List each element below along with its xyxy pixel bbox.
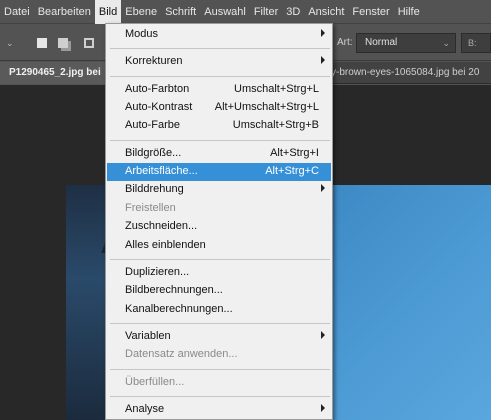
chevron-down-icon[interactable]: ⌄: [6, 38, 14, 49]
art-select[interactable]: Normal ⌄: [356, 33, 456, 53]
menu-item-label: Auto-Farbe: [125, 119, 181, 132]
menu-item-variablen[interactable]: Variablen: [107, 328, 331, 346]
menu-item-label: Überfüllen...: [125, 375, 185, 388]
bild-dropdown-menu: Modus Korrekturen Auto-Farbton Umschalt+Str…: [105, 23, 333, 420]
menu-bearbeiten[interactable]: Bearbeiten: [34, 0, 95, 24]
chevron-down-icon: ⌄: [442, 38, 450, 48]
menu-item-datensatz-anwenden: Datensatz anwenden...: [107, 346, 331, 364]
menu-item-auto-farbe[interactable]: Auto-Farbe Umschalt+Strg+B: [107, 117, 331, 135]
menu-item-shortcut: Alt+Strg+I: [270, 146, 319, 159]
menu-item-shortcut: Umschalt+Strg+L: [234, 82, 319, 95]
submenu-arrow-icon: [321, 403, 325, 412]
menu-item-auto-kontrast[interactable]: Auto-Kontrast Alt+Umschalt+Strg+L: [107, 99, 331, 117]
menu-separator: [110, 322, 330, 324]
menu-item-label: Kanalberechnungen...: [125, 302, 233, 315]
menu-item-shortcut: Alt+Strg+C: [265, 165, 319, 178]
menu-item-shortcut: Alt+Umschalt+Strg+L: [214, 101, 319, 114]
menu-item-bildgröße[interactable]: Bildgröße... Alt+Strg+I: [107, 145, 331, 163]
menu-item-zuschneiden[interactable]: Zuschneiden...: [107, 218, 331, 236]
menu-ebene[interactable]: Ebene: [121, 0, 161, 24]
menu-item-alles-einblenden[interactable]: Alles einblenden: [107, 237, 331, 255]
image-content: [66, 185, 110, 420]
menu-item-überfüllen: Überfüllen...: [107, 374, 331, 392]
menu-separator: [110, 75, 330, 77]
menu-item-analyse[interactable]: Analyse: [107, 401, 331, 419]
menu-item-label: Datensatz anwenden...: [125, 348, 238, 361]
menu-item-modus[interactable]: Modus: [107, 26, 331, 44]
menu-item-bilddrehung[interactable]: Bilddrehung: [107, 181, 331, 199]
menu-separator: [110, 368, 330, 370]
menu-separator: [110, 258, 330, 260]
menu-separator: [110, 48, 330, 50]
selection-new-icon[interactable]: [37, 38, 47, 48]
menu-item-freistellen: Freistellen: [107, 200, 331, 218]
menu-item-label: Zuschneiden...: [125, 220, 198, 233]
menu-bild[interactable]: Bild: [94, 0, 122, 24]
menu-3d[interactable]: 3D: [282, 0, 304, 24]
menu-item-bildberechnungen[interactable]: Bildberechnungen...: [107, 282, 331, 300]
menu-item-label: Bildgröße...: [125, 146, 182, 159]
menu-item-label: Arbeitsfläche...: [125, 165, 198, 178]
menu-item-label: Duplizieren...: [125, 265, 190, 278]
art-label: Art:: [337, 37, 353, 48]
menu-item-label: Variablen: [125, 329, 171, 342]
menu-filter[interactable]: Filter: [250, 0, 282, 24]
selection-add-icon[interactable]: [58, 38, 68, 48]
menu-item-korrekturen[interactable]: Korrekturen: [107, 53, 331, 71]
menu-item-shortcut: Umschalt+Strg+B: [232, 119, 319, 132]
menu-separator: [110, 395, 330, 397]
menu-item-label: Freistellen: [125, 201, 176, 214]
menu-item-label: Analyse: [125, 402, 165, 415]
submenu-arrow-icon: [321, 29, 325, 37]
menu-schrift[interactable]: Schrift: [161, 0, 200, 24]
menu-bar: Datei Bearbeiten Bild Ebene Schrift Ausw…: [0, 0, 491, 24]
menu-item-kanalberechnungen[interactable]: Kanalberechnungen...: [107, 301, 331, 319]
menu-auswahl[interactable]: Auswahl: [200, 0, 250, 24]
menu-datei[interactable]: Datei: [0, 0, 34, 24]
menu-hilfe[interactable]: Hilfe: [394, 0, 424, 24]
menu-item-duplizieren[interactable]: Duplizieren...: [107, 264, 331, 282]
menu-item-label: Modus: [125, 28, 159, 40]
selection-subtract-icon[interactable]: [84, 38, 94, 48]
submenu-arrow-icon: [321, 330, 325, 339]
menu-item-label: Alles einblenden: [125, 238, 206, 251]
menu-item-label: Bilddrehung: [125, 183, 184, 196]
submenu-arrow-icon: [321, 56, 325, 65]
menu-item-label: Auto-Farbton: [125, 82, 190, 95]
tab-document-1[interactable]: P1290465_2.jpg bei: [0, 62, 107, 84]
menu-ansicht[interactable]: Ansicht: [304, 0, 348, 24]
menu-item-arbeitsfläche[interactable]: Arbeitsfläche... Alt+Strg+C: [107, 163, 331, 182]
extra-field[interactable]: B:: [461, 33, 491, 53]
menu-item-auto-farbton[interactable]: Auto-Farbton Umschalt+Strg+L: [107, 81, 331, 99]
extra-label: B:: [468, 38, 477, 48]
menu-separator: [110, 139, 330, 141]
menu-item-label: Korrekturen: [125, 55, 183, 68]
submenu-arrow-icon: [321, 184, 325, 193]
tab-document-2[interactable]: y-brown-eyes-1065084.jpg bei 20: [331, 62, 491, 84]
menu-item-label: Bildberechnungen...: [125, 284, 223, 297]
menu-fenster[interactable]: Fenster: [348, 0, 393, 24]
art-value: Normal: [365, 37, 398, 48]
menu-item-label: Auto-Kontrast: [125, 101, 193, 114]
